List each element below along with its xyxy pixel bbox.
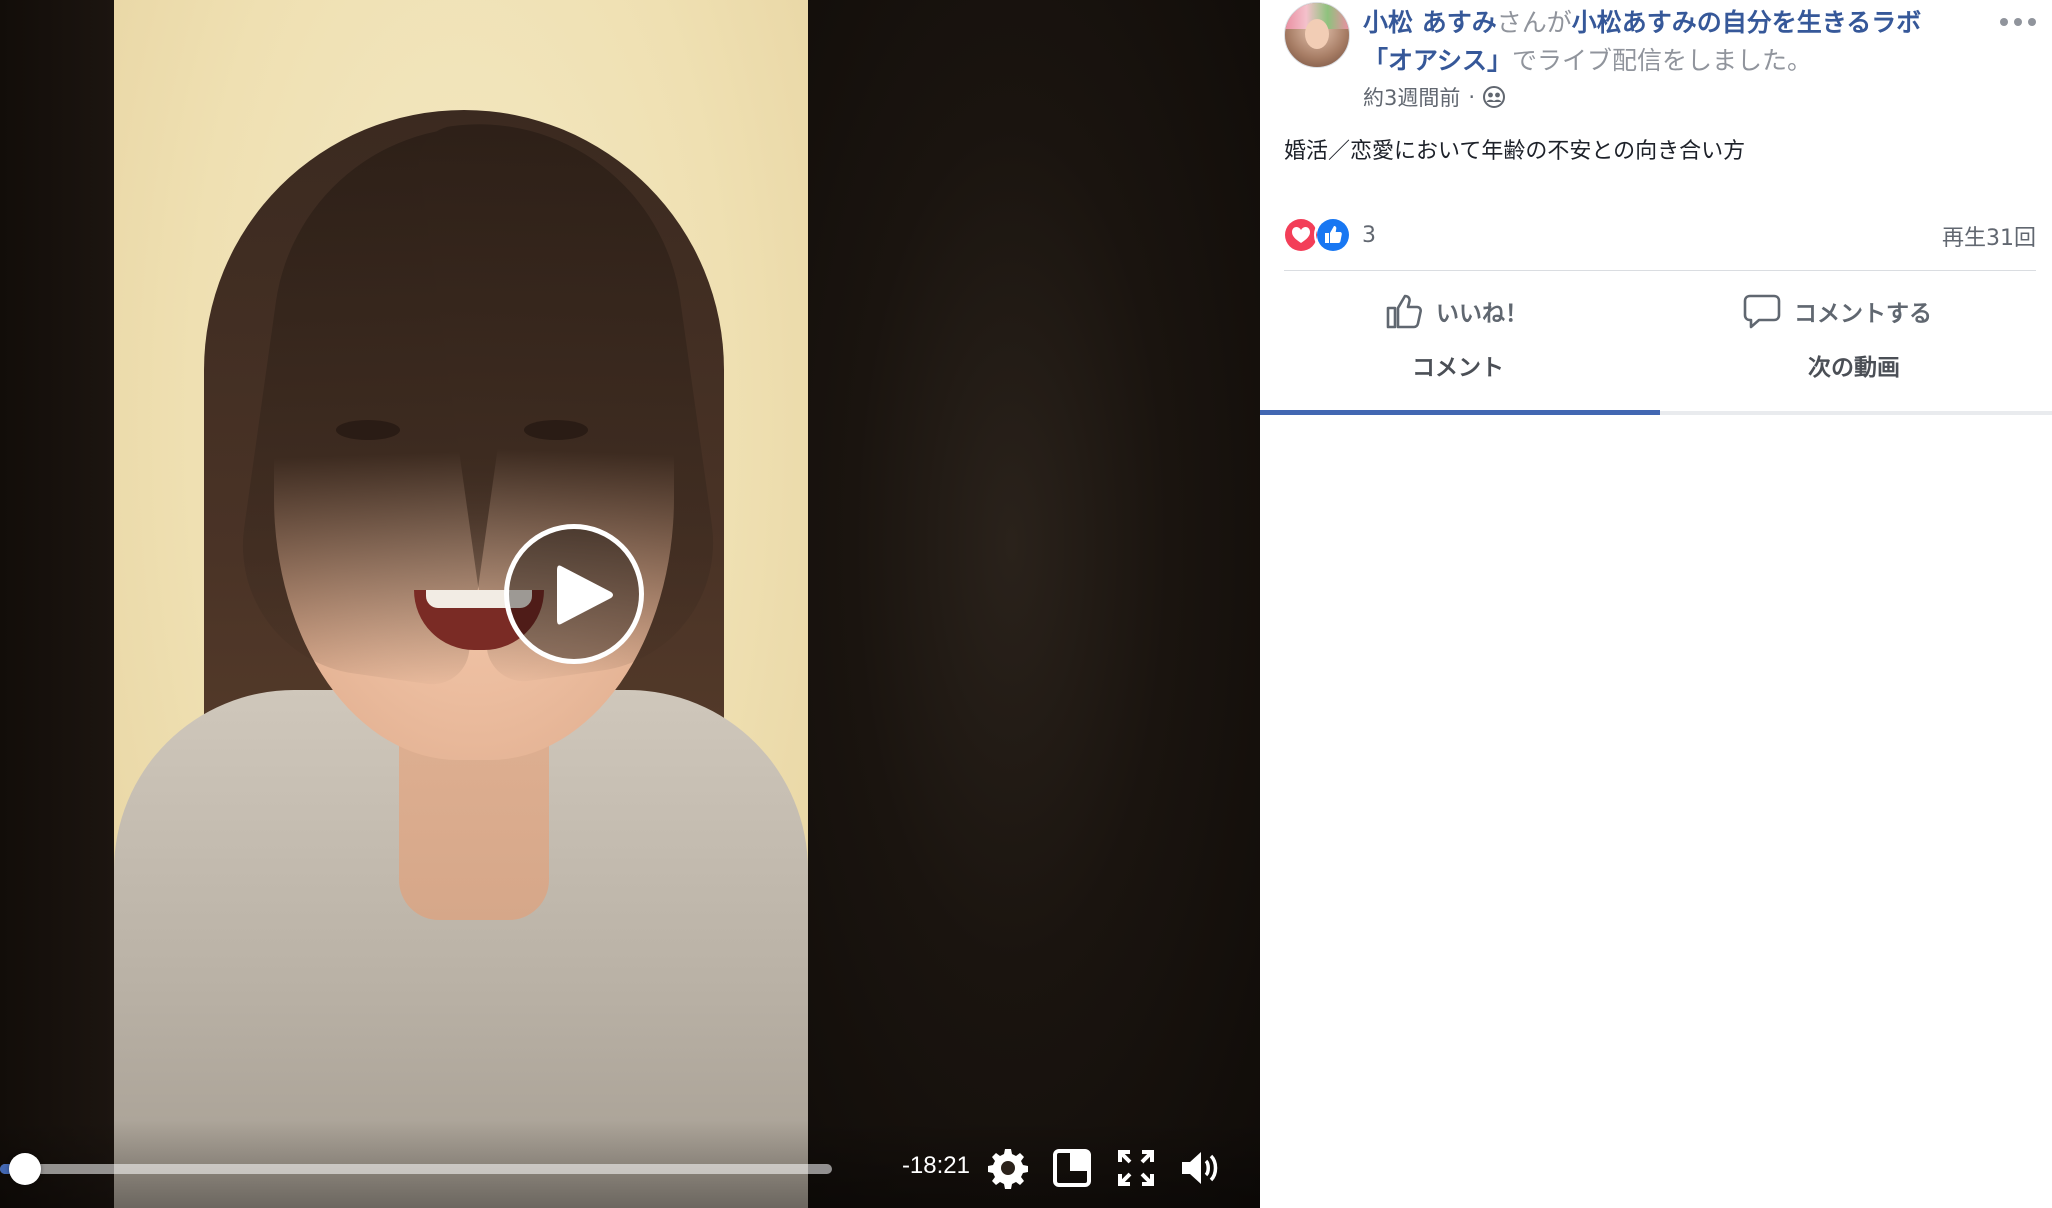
comment-button[interactable]: コメントする [1742, 286, 1932, 336]
author-name-link[interactable]: 小松 あすみ [1363, 8, 1497, 37]
like-reaction-icon [1314, 216, 1352, 254]
post-timestamp[interactable]: 約3週間前 [1363, 82, 1460, 112]
meta-separator: · [1468, 85, 1476, 109]
more-options-icon [2000, 18, 2036, 26]
play-button[interactable] [504, 524, 644, 664]
post-text: 婚活／恋愛において年齢の不安との向き合い方 [1284, 139, 1746, 164]
comment-bubble-icon [1743, 294, 1781, 329]
progress-bar[interactable] [0, 1153, 832, 1185]
comment-button-label: コメントする [1794, 301, 1932, 327]
video-subject-eye-right [524, 420, 588, 440]
volume-button[interactable] [1178, 1146, 1222, 1190]
video-blurred-background-left [0, 0, 114, 1208]
video-frame[interactable] [114, 0, 808, 1208]
time-remaining: -18:21 [901, 1152, 970, 1179]
view-count: 再生31回 [1942, 226, 2036, 251]
header-connector: さんが [1496, 8, 1572, 37]
tab-comments[interactable]: コメント [1260, 336, 1656, 414]
fullscreen-button[interactable] [1114, 1146, 1158, 1190]
video-controls-bar: -18:21 [0, 1120, 1260, 1208]
like-button-label: いいね！ [1436, 301, 1528, 327]
avatar-face [1305, 19, 1329, 49]
post-meta: 約3週間前 · [1363, 82, 1506, 112]
header-suffix: でライブ配信をしました。 [1512, 46, 1813, 75]
video-subject-eye-left [336, 420, 400, 440]
settings-button[interactable] [986, 1146, 1030, 1190]
like-button[interactable]: いいね！ [1384, 286, 1528, 336]
group-icon [1483, 86, 1506, 108]
avatar[interactable] [1284, 2, 1350, 68]
fullscreen-icon [1118, 1150, 1154, 1186]
progress-scrubber-handle[interactable] [8, 1153, 41, 1185]
actions-divider [1284, 270, 2036, 271]
post-side-panel: 小松 あすみさんが小松あすみの自分を生きるラボ「オアシス」でライブ配信をしました… [1260, 0, 2052, 1208]
play-icon [557, 565, 613, 625]
more-options-button[interactable] [1996, 10, 2040, 34]
reactions-summary[interactable]: 3 [1282, 216, 1376, 254]
tab-next-videos[interactable]: 次の動画 [1656, 336, 2052, 414]
picture-in-picture-button[interactable] [1050, 1146, 1094, 1190]
video-player[interactable]: -18:21 [0, 0, 1260, 1208]
reaction-count: 3 [1362, 222, 1376, 248]
video-blurred-background-right [808, 0, 1260, 1208]
picture-in-picture-icon [1053, 1149, 1091, 1187]
group-name-line1: 小松あすみの自分を生きるラボ [1571, 8, 1922, 37]
group-name-line2: 「オアシス」 [1363, 46, 1513, 75]
tab-bar-rule [1660, 411, 2052, 415]
volume-icon [1182, 1152, 1218, 1184]
settings-gear-icon [988, 1149, 1028, 1189]
active-tab-indicator [1260, 410, 1660, 415]
post-header: 小松 あすみさんが小松あすみの自分を生きるラボ「オアシス」でライブ配信をしました… [1363, 4, 1963, 80]
thumbs-up-icon [1386, 294, 1422, 329]
